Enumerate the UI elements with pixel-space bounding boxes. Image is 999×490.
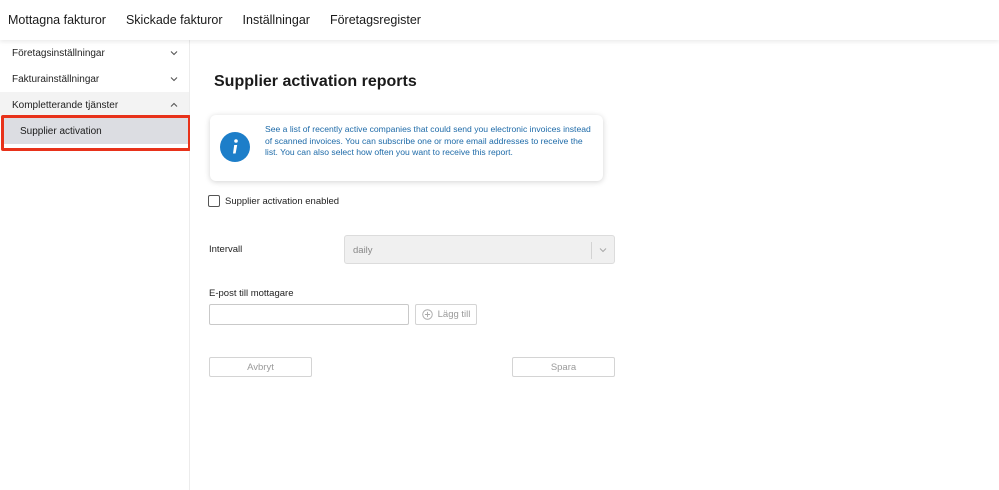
nav-item-mottagna-fakturor[interactable]: Mottagna fakturor [8, 13, 106, 27]
interval-select-value: daily [353, 245, 373, 256]
plus-circle-icon [421, 309, 433, 320]
nav-item-skickade-fakturor[interactable]: Skickade fakturor [126, 13, 223, 27]
select-divider [591, 242, 592, 259]
checkbox-label: Supplier activation enabled [225, 195, 340, 207]
email-input[interactable] [209, 304, 409, 325]
info-card: See a list of recently active companies … [210, 115, 603, 181]
chevron-down-icon [599, 248, 607, 253]
sidebar-item-label: Företagsinställningar [12, 47, 105, 59]
save-button[interactable]: Spara [512, 357, 615, 377]
chevron-down-icon [170, 77, 178, 82]
page-title: Supplier activation reports [214, 73, 417, 90]
sidebar-item-fakturainstallningar[interactable]: Fakturainställningar [0, 66, 189, 92]
sidebar-item-foretagsinstallningar[interactable]: Företagsinställningar [0, 40, 189, 66]
top-navigation: Mottagna fakturor Skickade fakturor Inst… [0, 0, 999, 40]
sidebar-item-kompletterande-tjanster[interactable]: Kompletterande tjänster [0, 92, 189, 118]
sidebar-subitem-label: Supplier activation [20, 125, 102, 137]
chevron-down-icon [170, 51, 178, 56]
email-recipient-label: E-post till mottagare [209, 288, 294, 299]
main-content: Supplier activation reports See a list o… [190, 40, 999, 490]
sidebar-item-label: Fakturainställningar [12, 73, 100, 85]
add-email-label: Lägg till [437, 309, 471, 320]
supplier-activation-toggle[interactable]: Supplier activation enabled [208, 195, 339, 207]
interval-label: Intervall [209, 244, 243, 255]
add-email-button[interactable]: Lägg till [415, 304, 477, 325]
sidebar-subitem-supplier-activation[interactable]: Supplier activation [3, 118, 189, 144]
supplier-activation-checkbox[interactable] [208, 195, 220, 207]
nav-item-installningar[interactable]: Inställningar [243, 13, 310, 27]
cancel-button[interactable]: Avbryt [209, 357, 312, 377]
nav-item-foretagsregister[interactable]: Företagsregister [330, 13, 421, 27]
sidebar-item-label: Kompletterande tjänster [12, 99, 119, 111]
info-text: See a list of recently active companies … [265, 124, 591, 157]
chevron-up-icon [170, 102, 178, 107]
sidebar: Företagsinställningar Fakturainställning… [0, 40, 190, 490]
interval-select[interactable]: daily [344, 235, 615, 264]
info-icon [220, 132, 250, 162]
